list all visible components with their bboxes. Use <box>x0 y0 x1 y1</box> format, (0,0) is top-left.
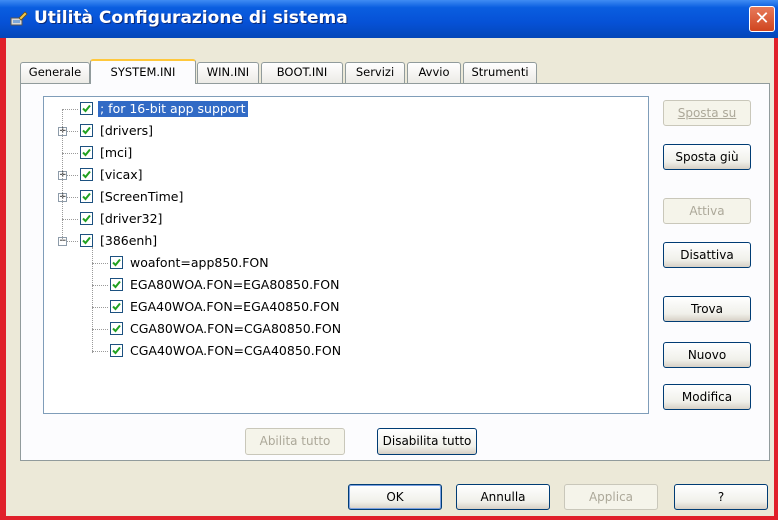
help-button[interactable]: ? <box>674 484 768 510</box>
tree-item-label: [drivers] <box>100 123 154 138</box>
tree-item-label: [mci] <box>100 145 133 160</box>
tree-item[interactable]: + [vicax] <box>44 165 644 185</box>
tab-strumenti[interactable]: Strumenti <box>463 62 537 83</box>
item-checkbox[interactable] <box>80 212 93 225</box>
tree-item-label: woafont=app850.FON <box>130 255 269 270</box>
tree-item-label: ; for 16-bit app support <box>98 101 248 117</box>
item-checkbox[interactable] <box>110 300 123 313</box>
edit-button[interactable]: Modifica <box>663 384 751 410</box>
tree-item-label: [vicax] <box>100 167 143 182</box>
tree-item-label: CGA40WOA.FON=CGA40850.FON <box>130 343 342 358</box>
window-title: Utilità Configurazione di sistema <box>34 8 348 28</box>
tree-item[interactable]: − [386enh] <box>44 231 644 251</box>
move-down-button[interactable]: Sposta giù <box>663 144 751 170</box>
tree-connector <box>92 351 108 352</box>
checkmark-icon <box>82 104 91 113</box>
enable-button[interactable]: Attiva <box>663 198 751 224</box>
system-ini-tree[interactable]: ; for 16-bit app support + [drivers] [mci] +… <box>43 96 649 414</box>
item-checkbox[interactable] <box>110 256 123 269</box>
title-bar[interactable]: Utilità Configurazione di sistema ✕ <box>0 0 778 38</box>
tree-item[interactable]: + [ScreenTime] <box>44 187 644 207</box>
checkmark-icon <box>82 126 91 135</box>
move-down-label: Sposta giù <box>675 150 739 164</box>
enable-label: Attiva <box>689 204 725 218</box>
cancel-button[interactable]: Annulla <box>456 484 550 510</box>
tree-item[interactable]: ; for 16-bit app support <box>44 99 644 119</box>
checkmark-icon <box>82 236 91 245</box>
tree-child-line <box>92 247 93 353</box>
tree-connector <box>62 219 78 220</box>
enable-all-label: Abilita tutto <box>259 434 331 448</box>
tab-boot-ini[interactable]: BOOT.INI <box>261 62 343 83</box>
help-label: ? <box>717 490 725 504</box>
ok-label: OK <box>386 490 404 504</box>
tree-item[interactable]: [driver32] <box>44 209 644 229</box>
tree-child-item[interactable]: woafont=app850.FON <box>44 253 644 273</box>
close-button[interactable]: ✕ <box>749 6 775 32</box>
tree-item[interactable]: [mci] <box>44 143 644 163</box>
enable-all-button[interactable]: Abilita tutto <box>245 428 345 455</box>
checkmark-icon <box>112 302 121 311</box>
tree-connector <box>62 153 78 154</box>
tree-item-label: EGA80WOA.FON=EGA80850.FON <box>130 277 340 292</box>
tree-connector <box>92 307 108 308</box>
tree-connector <box>92 263 108 264</box>
tree-item-label: [driver32] <box>100 211 163 226</box>
checkmark-icon <box>112 280 121 289</box>
tab-win-ini[interactable]: WIN.INI <box>197 62 259 83</box>
item-checkbox[interactable] <box>110 344 123 357</box>
tab-servizi[interactable]: Servizi <box>345 62 405 83</box>
find-label: Trova <box>690 302 724 316</box>
tree-connector <box>62 109 78 110</box>
tree-child-item[interactable]: CGA40WOA.FON=CGA40850.FON <box>44 341 644 361</box>
disable-all-button[interactable]: Disabilita tutto <box>377 428 477 455</box>
tree-child-item[interactable]: EGA80WOA.FON=EGA80850.FON <box>44 275 644 295</box>
checkmark-icon <box>82 170 91 179</box>
apply-button[interactable]: Applica <box>564 484 658 510</box>
checkmark-icon <box>82 148 91 157</box>
apply-label: Applica <box>588 490 634 504</box>
move-up-label: Sposta su <box>677 106 737 120</box>
disable-all-label: Disabilita tutto <box>382 434 472 448</box>
item-checkbox[interactable] <box>80 102 93 115</box>
new-button[interactable]: Nuovo <box>663 342 751 368</box>
edit-label: Modifica <box>681 390 733 404</box>
item-checkbox[interactable] <box>80 168 93 181</box>
disable-label: Disattiva <box>680 248 734 262</box>
checkmark-icon <box>82 192 91 201</box>
tree-item-label: [386enh] <box>100 233 158 248</box>
tab-system-ini[interactable]: SYSTEM.INI <box>90 59 196 84</box>
tree-connector <box>92 329 108 330</box>
item-checkbox[interactable] <box>80 190 93 203</box>
tab-avvio[interactable]: Avvio <box>407 62 461 83</box>
tree-item-label: CGA80WOA.FON=CGA80850.FON <box>130 321 342 336</box>
tree-item[interactable]: + [drivers] <box>44 121 644 141</box>
tree-item-label: [ScreenTime] <box>100 189 184 204</box>
move-up-button[interactable]: Sposta su <box>663 100 751 126</box>
item-checkbox[interactable] <box>80 146 93 159</box>
checkmark-icon <box>112 258 121 267</box>
tab-generale[interactable]: Generale <box>20 62 90 83</box>
system-config-window: Utilità Configurazione di sistema ✕ Gene… <box>0 0 778 520</box>
msconfig-app-icon <box>10 10 28 26</box>
tree-child-item[interactable]: CGA80WOA.FON=CGA80850.FON <box>44 319 644 339</box>
item-checkbox[interactable] <box>80 124 93 137</box>
item-checkbox[interactable] <box>80 234 93 247</box>
tree-item-label: EGA40WOA.FON=EGA40850.FON <box>130 299 340 314</box>
new-label: Nuovo <box>687 348 727 362</box>
disable-button[interactable]: Disattiva <box>663 242 751 268</box>
item-checkbox[interactable] <box>110 322 123 335</box>
tree-connector <box>92 285 108 286</box>
tree-child-item[interactable]: EGA40WOA.FON=EGA40850.FON <box>44 297 644 317</box>
checkmark-icon <box>112 346 121 355</box>
tree-root-line <box>62 109 63 241</box>
close-icon: ✕ <box>754 8 770 29</box>
find-button[interactable]: Trova <box>663 296 751 322</box>
system-ini-panel: ; for 16-bit app support + [drivers] [mci] +… <box>20 83 770 461</box>
checkmark-icon <box>82 214 91 223</box>
item-checkbox[interactable] <box>110 278 123 291</box>
cancel-label: Annulla <box>480 490 526 504</box>
ok-button[interactable]: OK <box>348 484 442 510</box>
checkmark-icon <box>112 324 121 333</box>
